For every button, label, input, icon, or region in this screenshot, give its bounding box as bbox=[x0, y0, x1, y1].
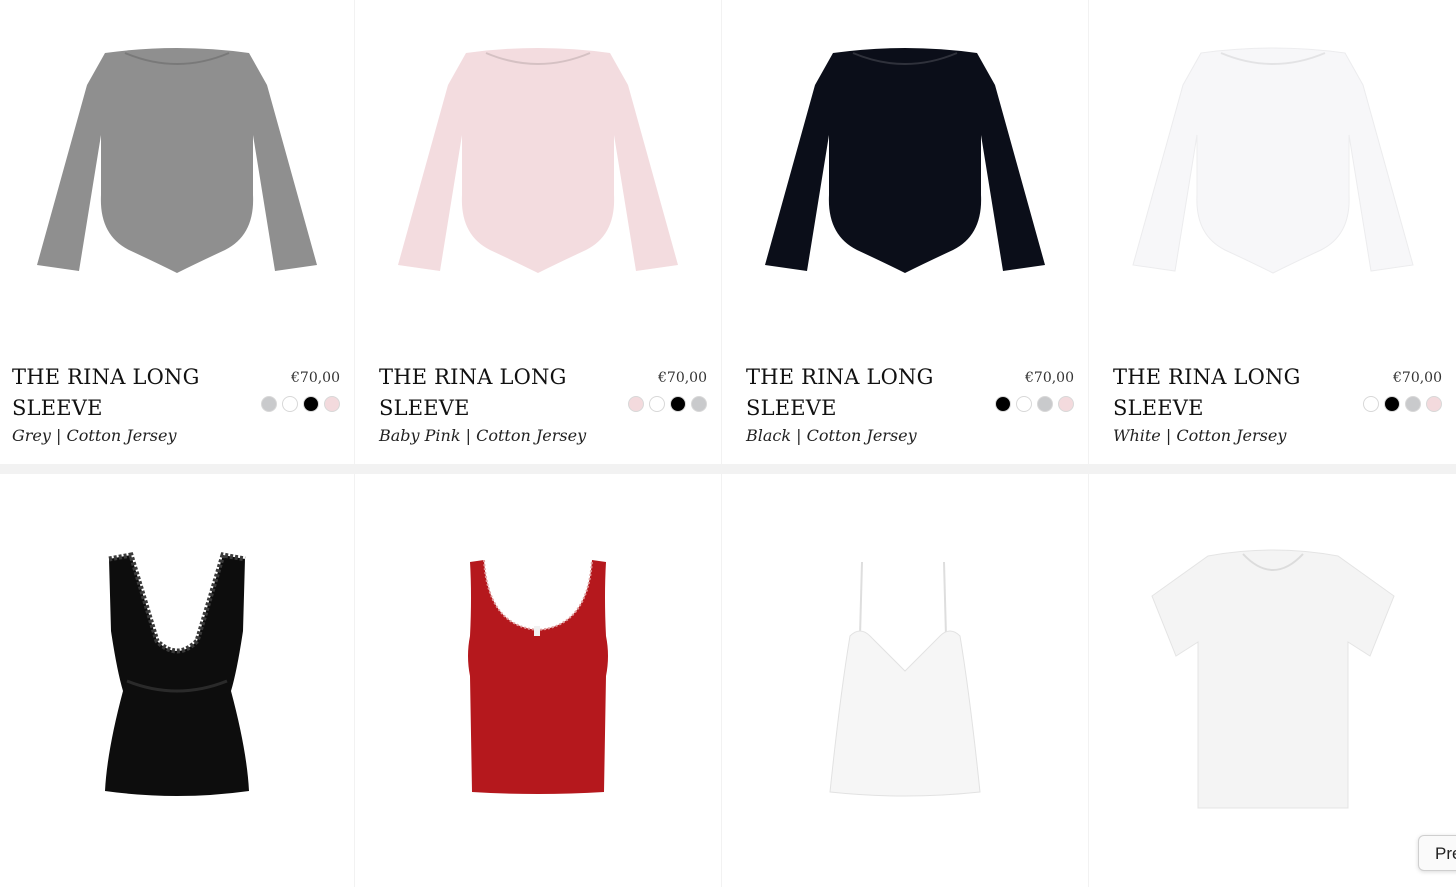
product-price: €70,00 bbox=[291, 370, 340, 386]
long-sleeve-top-image bbox=[765, 48, 1045, 273]
color-swatches bbox=[995, 396, 1074, 412]
product-info: THE RINA LONG SLEEVE Grey | Cotton Jersey… bbox=[12, 362, 340, 445]
color-swatch-grey[interactable] bbox=[261, 396, 277, 412]
product-image[interactable] bbox=[0, 474, 354, 887]
product-info: THE RINA LONG SLEEVE White | Cotton Jerse… bbox=[1113, 362, 1442, 445]
product-title[interactable]: THE RINA LONG SLEEVE bbox=[379, 362, 599, 424]
product-price: €70,00 bbox=[658, 370, 707, 386]
color-swatch-grey[interactable] bbox=[1037, 396, 1053, 412]
preview-button[interactable]: Pre bbox=[1418, 835, 1456, 871]
product-title[interactable]: THE RINA LONG SLEEVE bbox=[746, 362, 966, 424]
product-grid: THE RINA LONG SLEEVE Grey | Cotton Jersey… bbox=[0, 0, 1456, 887]
product-card[interactable]: THE RINA LONG SLEEVE Black | Cotton Jerse… bbox=[722, 0, 1088, 464]
product-subtitle: Baby Pink | Cotton Jersey bbox=[379, 426, 587, 445]
product-image[interactable] bbox=[722, 474, 1088, 887]
product-image[interactable] bbox=[1089, 474, 1456, 887]
color-swatch-black[interactable] bbox=[995, 396, 1011, 412]
white-tee-image bbox=[1150, 549, 1395, 808]
product-card[interactable]: THE RINA LONG SLEEVE Baby Pink | Cotton J… bbox=[355, 0, 721, 464]
color-swatch-pink[interactable] bbox=[1426, 396, 1442, 412]
product-info: THE RINA LONG SLEEVE Black | Cotton Jerse… bbox=[746, 362, 1074, 445]
product-price: €70,00 bbox=[1393, 370, 1442, 386]
color-swatch-black[interactable] bbox=[670, 396, 686, 412]
product-image[interactable] bbox=[355, 0, 721, 350]
product-card[interactable]: THE RINA LONG SLEEVE Grey | Cotton Jersey… bbox=[0, 0, 354, 464]
product-card[interactable] bbox=[0, 474, 354, 887]
long-sleeve-top-image bbox=[1131, 47, 1414, 274]
color-swatch-white[interactable] bbox=[649, 396, 665, 412]
product-image[interactable] bbox=[1089, 0, 1456, 350]
color-swatch-pink[interactable] bbox=[1058, 396, 1074, 412]
color-swatch-white[interactable] bbox=[1363, 396, 1379, 412]
product-price: €70,00 bbox=[1025, 370, 1074, 386]
long-sleeve-top-image bbox=[37, 48, 317, 273]
product-card[interactable] bbox=[355, 474, 721, 887]
color-swatch-black[interactable] bbox=[1384, 396, 1400, 412]
color-swatch-grey[interactable] bbox=[691, 396, 707, 412]
product-image[interactable] bbox=[0, 0, 354, 350]
color-swatch-black[interactable] bbox=[303, 396, 319, 412]
color-swatch-pink[interactable] bbox=[628, 396, 644, 412]
red-tank-top-image bbox=[468, 559, 608, 794]
product-subtitle: Grey | Cotton Jersey bbox=[12, 426, 177, 445]
color-swatch-grey[interactable] bbox=[1405, 396, 1421, 412]
long-sleeve-top-image bbox=[398, 48, 678, 273]
product-card[interactable] bbox=[722, 474, 1088, 887]
color-swatch-white[interactable] bbox=[1016, 396, 1032, 412]
white-cami-image bbox=[829, 561, 981, 796]
product-card[interactable]: THE RINA LONG SLEEVE White | Cotton Jerse… bbox=[1089, 0, 1456, 464]
product-subtitle: White | Cotton Jersey bbox=[1113, 426, 1287, 445]
product-title[interactable]: THE RINA LONG SLEEVE bbox=[12, 362, 232, 424]
color-swatch-pink[interactable] bbox=[324, 396, 340, 412]
product-image[interactable] bbox=[722, 0, 1088, 350]
product-info: THE RINA LONG SLEEVE Baby Pink | Cotton J… bbox=[379, 362, 707, 445]
lace-camisole-image bbox=[105, 551, 249, 796]
color-swatch-white[interactable] bbox=[282, 396, 298, 412]
product-card[interactable] bbox=[1089, 474, 1456, 887]
product-title[interactable]: THE RINA LONG SLEEVE bbox=[1113, 362, 1333, 424]
product-subtitle: Black | Cotton Jersey bbox=[746, 426, 917, 445]
product-image[interactable] bbox=[355, 474, 721, 887]
color-swatches bbox=[628, 396, 707, 412]
color-swatches bbox=[1363, 396, 1442, 412]
color-swatches bbox=[261, 396, 340, 412]
